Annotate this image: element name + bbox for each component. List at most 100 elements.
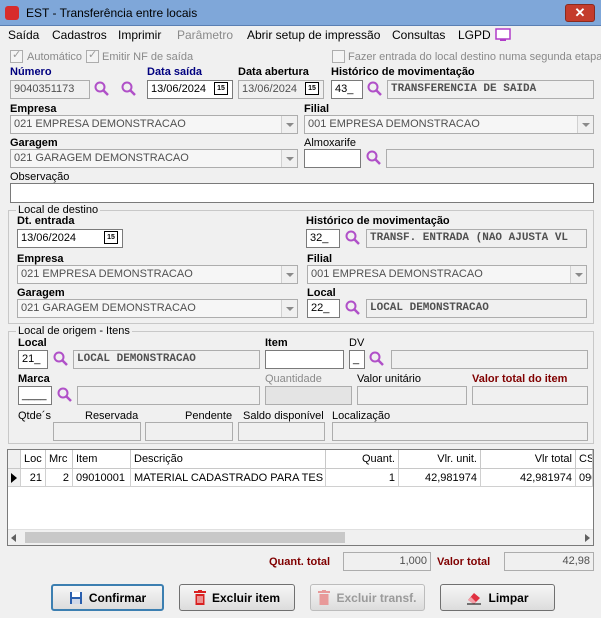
filial-select[interactable]: 001 EMPRESA DEMONSTRACAO [304,115,594,134]
calendar-icon[interactable]: 15 [214,82,228,95]
limpar-button[interactable]: Limpar [440,584,555,611]
chevron-down-icon[interactable] [281,266,297,283]
chevron-down-icon[interactable] [577,116,593,133]
chevron-down-icon[interactable] [281,116,297,133]
save-icon [69,591,82,604]
cell-loc[interactable]: 21 [21,469,46,487]
search-icon[interactable] [369,351,385,367]
col-cs-header[interactable]: CS [576,450,593,469]
cell-descricao[interactable]: MATERIAL CADASTRADO PARA TES [131,469,326,487]
chevron-down-icon[interactable] [281,300,297,317]
almoxarife-field[interactable] [304,149,361,168]
col-loc-header[interactable]: Loc [21,450,46,469]
destino-local-desc-field: LOCAL DEMONSTRACAO [366,299,587,318]
item-label: Item [265,337,288,349]
cell-vlr-unit[interactable]: 42,981974 [399,469,481,487]
cell-cs[interactable]: 090 [576,469,593,487]
entrada-segunda-etapa-checkbox[interactable] [332,50,345,63]
cell-item[interactable]: 09010001 [73,469,131,487]
confirmar-button[interactable]: Confirmar [51,584,164,611]
valor-total-field: 42,98 [504,552,594,571]
localizacao-label: Localização [332,410,391,422]
garagem-value: 021 GARAGEM DEMONSTRACAO [14,152,189,164]
scroll-thumb[interactable] [25,532,345,543]
emitir-nf-label: Emitir NF de saída [102,51,194,63]
automatico-checkbox[interactable] [10,48,23,63]
item-field[interactable] [265,350,344,369]
menu-parametro[interactable]: Parâmetro [177,28,233,42]
destino-garagem-select[interactable]: 021 GARAGEM DEMONSTRACAO [17,299,298,318]
search-icon[interactable] [121,81,137,97]
saldo-label: Saldo disponível [243,410,324,422]
dv-label: DV [349,337,365,349]
origem-local-label: Local [18,337,47,349]
close-button[interactable]: ✕ [565,4,595,22]
search-icon[interactable] [367,81,383,97]
scroll-right-icon[interactable] [585,534,590,542]
monitor-icon[interactable] [495,28,511,42]
destino-empresa-label: Empresa [17,253,64,265]
col-vlr-total-header[interactable]: Vlr total [481,450,576,469]
trash-icon [193,590,206,605]
valor-total-item-field [472,386,588,405]
col-item-header[interactable]: Item [73,450,131,469]
calendar-icon[interactable]: 15 [104,231,118,244]
marca-field[interactable]: ____ [18,386,52,405]
title-bar: EST - Transferência entre locais ✕ [0,0,601,26]
excluir-item-button[interactable]: Excluir item [179,584,295,611]
destino-historico-code-field[interactable]: 32_ [306,229,340,248]
col-mrc-header[interactable]: Mrc [46,450,73,469]
items-grid[interactable]: Loc Mrc Item Descrição Quant. Vlr. unit.… [7,449,594,546]
emitir-nf-checkbox[interactable] [86,48,99,63]
col-vlr-unit-header[interactable]: Vlr. unit. [399,450,481,469]
menu-cadastros[interactable]: Cadastros [52,28,107,42]
cell-quant[interactable]: 1 [326,469,399,487]
empresa-select[interactable]: 021 EMPRESA DEMONSTRACAO [10,115,298,134]
menu-consultas[interactable]: Consultas [392,28,445,42]
search-icon[interactable] [366,150,382,166]
col-descricao-header[interactable]: Descrição [131,450,326,469]
observacao-field[interactable] [10,183,594,203]
chevron-down-icon[interactable] [281,150,297,167]
horizontal-scrollbar[interactable] [8,529,593,545]
dv-field[interactable]: _ [349,350,365,369]
calendar-icon[interactable]: 15 [305,82,319,95]
menu-saida[interactable]: Saída [8,28,39,42]
menu-imprimir[interactable]: Imprimir [118,28,161,42]
menu-abrir-setup[interactable]: Abrir setup de impressão [247,28,380,42]
localizacao-field [332,422,588,441]
data-saida-label: Data saída [147,66,203,78]
search-icon[interactable] [57,387,73,403]
valor-unitario-field[interactable] [357,386,467,405]
search-icon[interactable] [94,81,110,97]
garagem-select[interactable]: 021 GARAGEM DEMONSTRACAO [10,149,298,168]
cell-mrc[interactable]: 2 [46,469,73,487]
numero-field[interactable]: 9040351173 [10,80,90,99]
pendente-field [145,422,233,441]
col-quant-header[interactable]: Quant. [326,450,399,469]
destino-local-label: Local [307,287,336,299]
menu-lgpd[interactable]: LGPD [458,28,491,42]
origem-local-desc-field: LOCAL DEMONSTRACAO [73,350,260,369]
search-icon[interactable] [345,300,361,316]
observacao-label: Observação [10,171,70,183]
quantidade-label: Quantidade [265,373,322,385]
cell-vlr-total[interactable]: 42,981974 [481,469,576,487]
valor-unitario-label: Valor unitário [357,373,421,385]
origem-local-code-field[interactable]: 21_ [18,350,48,369]
destino-filial-select[interactable]: 001 EMPRESA DEMONSTRACAO [307,265,587,284]
search-icon[interactable] [345,230,361,246]
scroll-left-icon[interactable] [11,534,16,542]
destino-local-code-field[interactable]: 22_ [307,299,340,318]
destino-empresa-select[interactable]: 021 EMPRESA DEMONSTRACAO [17,265,298,284]
destino-historico-label: Histórico de movimentação [306,215,450,227]
data-abertura-label: Data abertura [238,66,309,78]
quant-total-label: Quant. total [269,556,331,568]
search-icon[interactable] [53,351,69,367]
quantidade-field[interactable] [265,386,352,405]
historico-code-field[interactable]: 43_ [331,80,363,99]
chevron-down-icon[interactable] [570,266,586,283]
marca-label: Marca [18,373,50,385]
empresa-label: Empresa [10,103,57,115]
excluir-transf-button[interactable]: Excluir transf. [310,584,425,611]
